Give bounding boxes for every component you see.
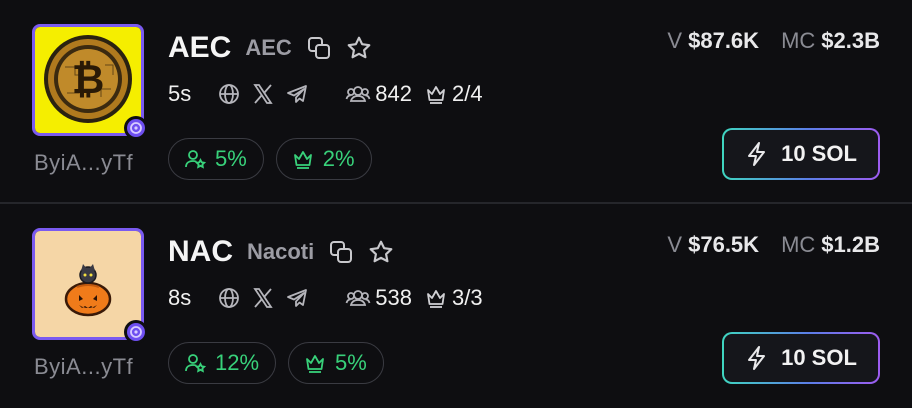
x-icon[interactable]: [251, 286, 275, 310]
crown-icon: [291, 147, 315, 171]
svg-text:₿: ₿: [72, 57, 105, 103]
user-star-icon: [183, 351, 207, 375]
star-icon[interactable]: [346, 35, 372, 61]
token-name: AEC: [245, 35, 292, 60]
market-cap-value: $1.2B: [821, 232, 880, 257]
globe-icon[interactable]: [217, 286, 241, 310]
volume-value: $87.6K: [688, 28, 760, 53]
market-cap-value: $2.3B: [821, 28, 880, 53]
token-name: Nacoti: [247, 239, 315, 264]
token-row[interactable]: ByiA...yTf NAC Nacoti 8s 538 3/3 12% 5% …: [0, 204, 912, 408]
volume-label: V: [667, 28, 683, 53]
dev-holding-pill[interactable]: 5%: [288, 342, 384, 384]
holders-count: 538: [375, 285, 412, 310]
volume-label: V: [667, 232, 683, 257]
lightning-icon: [745, 345, 769, 371]
top-holders-pill[interactable]: 12%: [168, 342, 277, 384]
top-holders-percent: 12%: [215, 350, 260, 375]
crown-icon: [424, 82, 448, 106]
volume-value: $76.5K: [688, 232, 760, 257]
copy-icon[interactable]: [328, 239, 354, 265]
quick-buy-label: 10 SOL: [781, 345, 857, 370]
token-age: 8s: [168, 285, 192, 310]
token-address[interactable]: ByiA...yTf: [34, 354, 146, 380]
x-icon[interactable]: [251, 82, 275, 106]
holders-count: 842: [375, 81, 412, 106]
pro-traders-count: 2/4: [451, 81, 483, 106]
telegram-icon[interactable]: [285, 286, 309, 310]
token-ticker: NAC: [168, 235, 233, 268]
crown-icon: [303, 351, 327, 375]
holders-icon: [345, 82, 371, 106]
quick-buy-button[interactable]: 10 SOL: [722, 332, 880, 384]
lightning-icon: [745, 141, 769, 167]
quick-buy-label: 10 SOL: [781, 141, 857, 166]
top-holders-percent: 5%: [215, 146, 247, 171]
copy-icon[interactable]: [306, 35, 332, 61]
token-address[interactable]: ByiA...yTf: [34, 150, 146, 176]
top-holders-pill[interactable]: 5%: [168, 138, 264, 180]
pump-badge-icon: [124, 116, 148, 140]
telegram-icon[interactable]: [285, 82, 309, 106]
pump-badge-icon: [124, 320, 148, 344]
market-cap-label: MC: [781, 232, 816, 257]
market-cap-label: MC: [781, 28, 816, 53]
token-row[interactable]: ₿ ByiA...yTf AEC AEC 5s 842 2/4 5% 2% V …: [0, 0, 912, 204]
star-icon[interactable]: [368, 239, 394, 265]
token-ticker: AEC: [168, 31, 232, 64]
dev-holding-pill[interactable]: 2%: [275, 138, 372, 180]
holders-icon: [345, 286, 371, 310]
dev-holding-percent: 2%: [322, 146, 355, 171]
user-star-icon: [183, 147, 207, 171]
token-age: 5s: [168, 81, 192, 106]
crown-icon: [424, 286, 448, 310]
pro-traders-count: 3/3: [451, 285, 483, 310]
quick-buy-button[interactable]: 10 SOL: [722, 128, 880, 180]
globe-icon[interactable]: [217, 82, 241, 106]
dev-holding-percent: 5%: [335, 350, 367, 375]
